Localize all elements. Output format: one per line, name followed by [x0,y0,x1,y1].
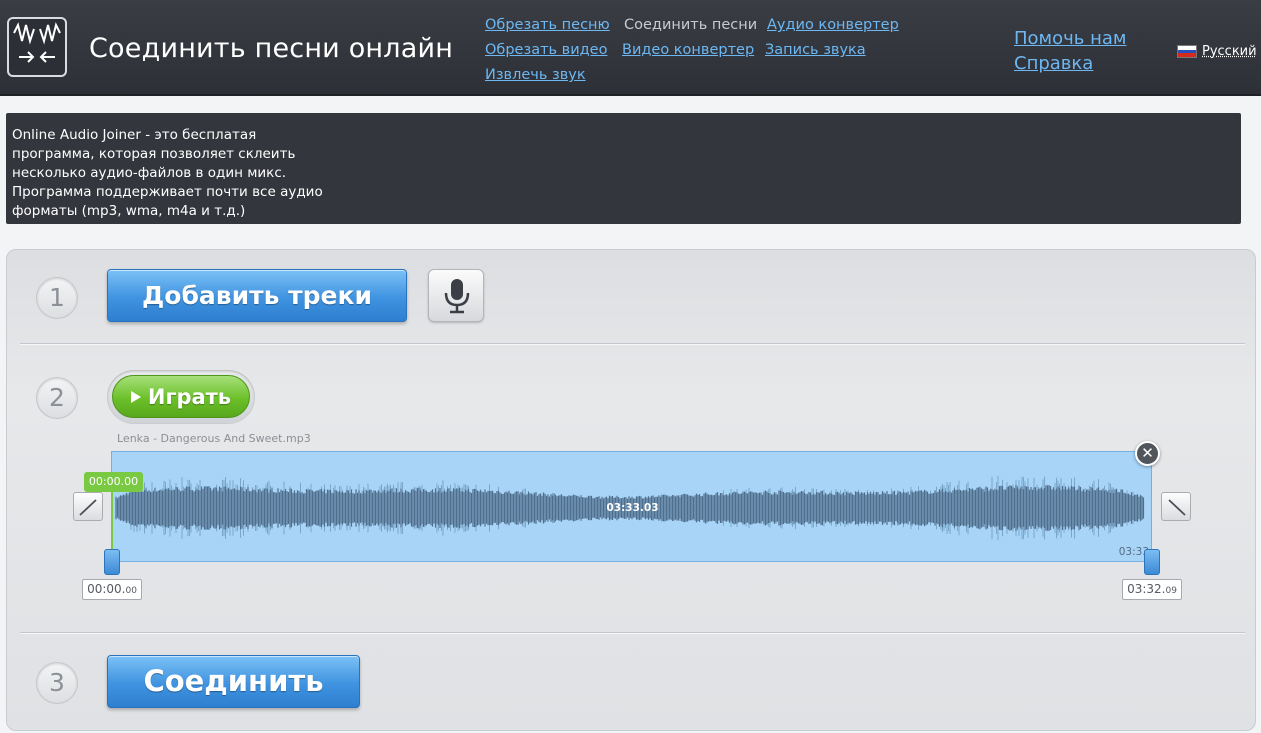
microphone-icon [444,279,470,314]
nav-cut-song[interactable]: Обрезать песню [485,17,610,33]
record-microphone-button[interactable] [428,269,484,322]
nav-join-songs-current: Соединить песни [624,17,758,33]
fade-in-button[interactable] [73,492,103,521]
step-2-number: 2 [36,377,78,419]
track-waveform[interactable]: 03:33.03 03:33 [111,451,1152,562]
info-banner: Online Audio Joiner - это бесплатая прог… [6,113,1241,224]
join-button[interactable]: Соединить [107,655,360,708]
play-button[interactable]: Играть [112,375,250,418]
info-text: Online Audio Joiner - это бесплатая прог… [12,127,323,219]
fade-in-icon [79,499,97,516]
fade-out-icon [1168,499,1186,516]
nav-record-sound[interactable]: Запись звука [765,42,866,58]
playhead-time: 00:00.00 [84,472,143,492]
joiner-panel: 1 Добавить треки 2 Играть Lenka - Danger… [6,249,1256,731]
trim-end-time[interactable]: 03:32.09 [1122,579,1182,600]
fade-out-button[interactable] [1161,492,1191,521]
step-1-number: 1 [36,277,78,319]
trim-start-handle[interactable] [104,549,120,575]
trim-start-time[interactable]: 00:00.00 [82,579,142,600]
language-label: Русский [1202,44,1257,59]
waveform-logo-icon[interactable] [7,17,67,77]
help-link[interactable]: Справка [1014,53,1093,74]
play-label: Играть [147,384,232,409]
help-us-link[interactable]: Помочь нам [1014,28,1126,49]
close-icon: ✕ [1141,444,1154,462]
nav-audio-converter[interactable]: Аудио конвертер [767,17,899,33]
header: Соединить песни онлайн Обрезать песню Со… [0,0,1261,96]
play-icon [130,390,141,403]
nav-cut-video[interactable]: Обрезать видео [485,42,607,58]
track-duration: 03:33.03 [606,502,659,514]
remove-track-button[interactable]: ✕ [1135,441,1160,466]
step-3-number: 3 [36,662,78,704]
add-tracks-button[interactable]: Добавить треки [107,269,407,322]
nav-extract-sound[interactable]: Извлечь звук [485,67,586,83]
russia-flag-icon [1177,45,1197,58]
track-filename: Lenka - Dangerous And Sweet.mp3 [117,432,311,445]
step-divider [20,343,1245,345]
nav-video-converter[interactable]: Видео конвертер [622,42,754,58]
language-selector[interactable]: Русский [1177,44,1257,59]
trim-end-handle[interactable] [1144,549,1160,575]
page-title: Соединить песни онлайн [89,33,454,64]
play-button-well: Играть [107,370,255,424]
step-divider [20,632,1245,634]
